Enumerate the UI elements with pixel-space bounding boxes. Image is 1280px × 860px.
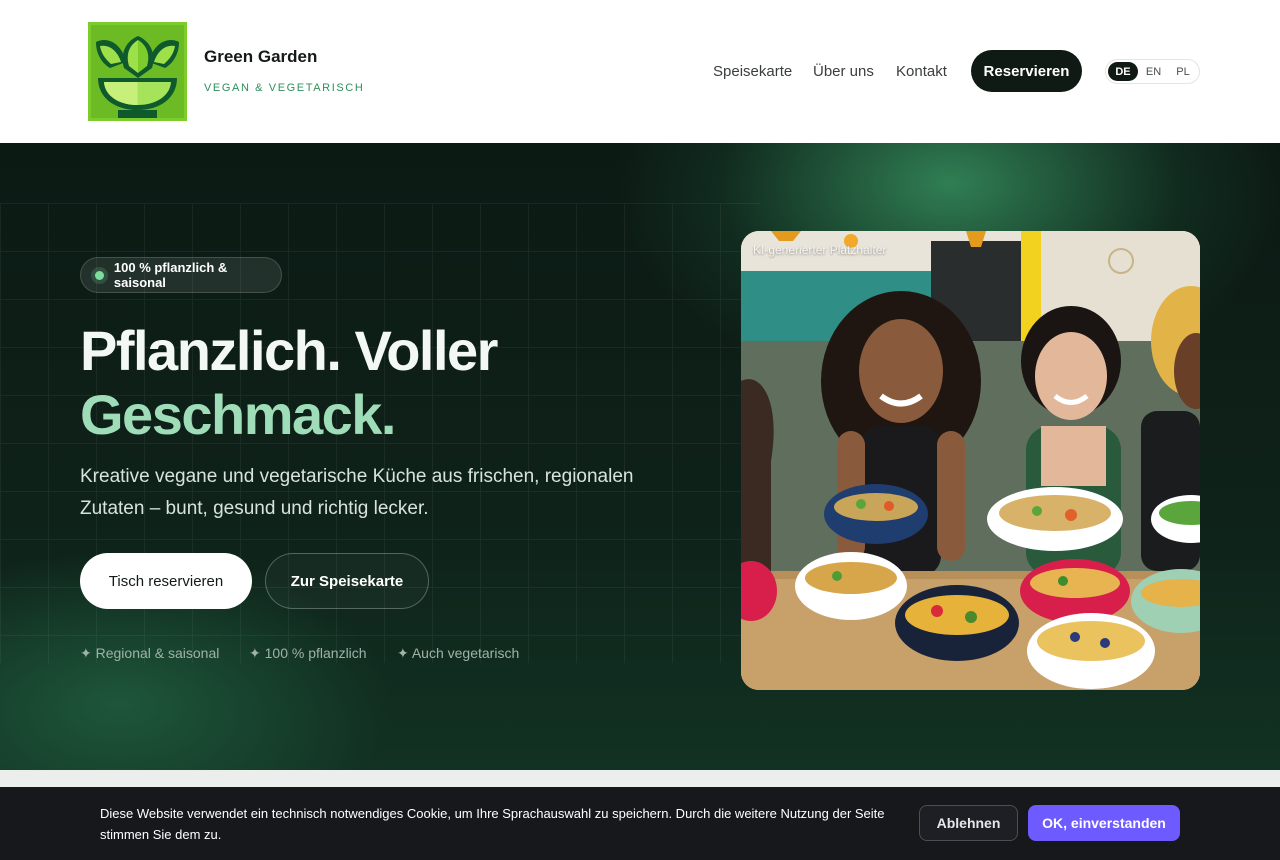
hero-section: 100 % pflanzlich & saisonal Pflanzlich. … (0, 143, 1280, 770)
feature-plant-based: ✦ 100 % pflanzlich (249, 645, 367, 661)
brand-tagline: VEGAN & VEGETARISCH (204, 82, 365, 94)
nav-link-ueber-uns[interactable]: Über uns (813, 63, 874, 80)
menu-button[interactable]: Zur Speisekarte (265, 553, 429, 609)
image-placeholder-label: KI-generierter Platzhalter (753, 243, 887, 257)
hero-photo: KI-generierter Platzhalter (741, 231, 1200, 690)
status-dot-icon (95, 270, 104, 280)
lang-option-de[interactable]: DE (1108, 62, 1138, 81)
cookie-accept-button[interactable]: OK, einverstanden (1028, 805, 1180, 841)
logo-leaf-bowl-icon[interactable] (88, 22, 187, 121)
reserve-table-button[interactable]: Tisch reservieren (80, 553, 252, 609)
hero-photo-illustration (741, 231, 1200, 690)
hero-badge: 100 % pflanzlich & saisonal (80, 257, 282, 293)
lang-option-pl[interactable]: PL (1169, 62, 1197, 81)
hero-badge-text: 100 % pflanzlich & saisonal (113, 260, 228, 290)
reserve-button[interactable]: Reservieren (971, 50, 1082, 92)
feature-vegetarian: ✦ Auch vegetarisch (397, 645, 520, 661)
cookie-decline-button[interactable]: Ablehnen (919, 805, 1018, 841)
hero-headline-line1: Pflanzlich. Voller (80, 319, 498, 382)
feature-regional: ✦ Regional & saisonal (80, 645, 220, 661)
site-header: Green Garden VEGAN & VEGETARISCH Speisek… (0, 0, 1280, 143)
hero-headline: Pflanzlich. Voller Geschmack. (80, 319, 498, 447)
cookie-banner: Diese Website verwendet ein technisch no… (0, 787, 1280, 860)
lang-option-en[interactable]: EN (1139, 62, 1168, 81)
cookie-banner-text: Diese Website verwendet ein technisch no… (100, 806, 885, 842)
language-switcher: DE EN PL (1105, 59, 1200, 84)
hero-lead-text: Kreative vegane und vegetarische Küche a… (80, 466, 634, 519)
brand-name[interactable]: Green Garden (204, 47, 317, 67)
section-divider (0, 770, 1280, 788)
nav-link-kontakt[interactable]: Kontakt (896, 63, 947, 80)
nav-link-speisekarte[interactable]: Speisekarte (713, 63, 792, 80)
hero-headline-line2: Geschmack. (80, 383, 396, 446)
